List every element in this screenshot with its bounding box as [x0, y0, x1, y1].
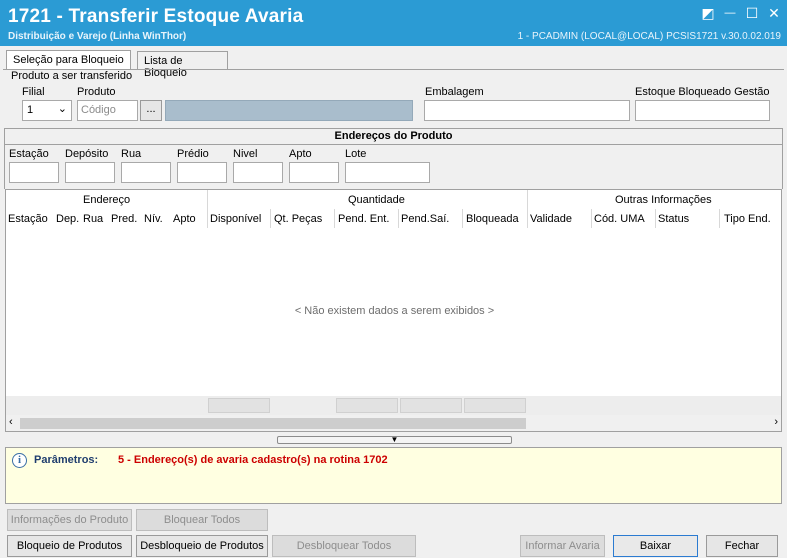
column-header-deposito[interactable]: Dep.	[56, 213, 79, 225]
horizontal-scrollbar[interactable]: ‹ ›	[5, 415, 782, 432]
group-separator	[207, 190, 208, 228]
column-header-pend-sai[interactable]: Pend.Saí.	[401, 213, 449, 225]
summary-cell-pend-ent	[336, 398, 398, 413]
grid-empty-message: < Não existem dados a serem exibidos >	[294, 305, 495, 317]
addresses-grid[interactable]: Endereço Quantidade Outras Informações E…	[5, 189, 782, 397]
produto-code-input[interactable]: Código	[77, 100, 138, 121]
column-header-cod-uma[interactable]: Cód. UMA	[594, 213, 645, 225]
window-title: 1721 - Transferir Estoque Avaria	[8, 6, 304, 27]
embalagem-field[interactable]	[424, 100, 630, 121]
estacao-filter-label: Estação	[9, 148, 49, 160]
summary-cell-disponivel	[208, 398, 270, 413]
nivel-filter-label: Nivel	[233, 148, 258, 160]
baixar-button[interactable]: Baixar	[613, 535, 698, 557]
nivel-filter-input[interactable]	[233, 162, 283, 183]
connection-info: 1 - PCADMIN (LOCAL@LOCAL) PCSIS1721 v.30…	[517, 31, 781, 42]
summary-cell-pend-sai	[400, 398, 462, 413]
estacao-filter-input[interactable]	[9, 162, 59, 183]
column-separator	[719, 209, 720, 228]
tab-lista-bloqueio[interactable]: Lista de Bloqueio	[137, 51, 228, 79]
embalagem-label: Embalagem	[425, 86, 484, 98]
panel-splitter[interactable]: ▼	[277, 436, 512, 444]
group-header-endereco: Endereço	[83, 194, 131, 206]
desbloqueio-produtos-button[interactable]: Desbloqueio de Produtos	[136, 535, 268, 557]
produto-placeholder: Código	[81, 104, 116, 116]
filial-value: 1	[27, 104, 34, 116]
lote-filter-input[interactable]	[345, 162, 430, 183]
column-separator	[655, 209, 656, 228]
rua-filter-label: Rua	[121, 148, 142, 160]
apto-filter-input[interactable]	[289, 162, 339, 183]
column-header-apto[interactable]: Apto	[173, 213, 196, 225]
scroll-left-icon[interactable]: ‹	[9, 416, 13, 428]
restore-icon[interactable]: ◩	[701, 6, 715, 20]
desbloquear-todos-button[interactable]: Desbloquear Todos	[272, 535, 416, 557]
column-header-qt-pecas[interactable]: Qt. Peças	[274, 213, 322, 225]
close-icon[interactable]: ✕	[767, 6, 781, 20]
deposito-filter-label: Depósito	[65, 148, 109, 160]
window-subtitle: Distribuição e Varejo (Linha WinThor)	[8, 31, 187, 42]
bloquear-todos-button[interactable]: Bloquear Todos	[136, 509, 268, 531]
bloqueio-produtos-button[interactable]: Bloqueio de Produtos	[7, 535, 132, 557]
filial-select[interactable]: 1 ⌄	[22, 100, 72, 121]
column-header-rua[interactable]: Rua	[83, 213, 103, 225]
chevron-down-icon[interactable]: ⌄	[58, 102, 67, 115]
column-header-disponivel[interactable]: Disponível	[210, 213, 261, 225]
group-separator	[527, 190, 528, 228]
rua-filter-input[interactable]	[121, 162, 171, 183]
predio-filter-input[interactable]	[177, 162, 227, 183]
column-header-status[interactable]: Status	[658, 213, 689, 225]
column-header-pend-ent[interactable]: Pend. Ent.	[338, 213, 389, 225]
produto-description-field	[165, 100, 413, 121]
summary-cell-bloqueada	[464, 398, 526, 413]
column-separator	[462, 209, 463, 228]
lote-filter-label: Lote	[345, 148, 367, 160]
grid-summary-footer	[5, 396, 782, 415]
column-header-bloqueada[interactable]: Bloqueada	[466, 213, 519, 225]
maximize-icon[interactable]: ☐	[745, 6, 759, 20]
group-header-outras-informacoes: Outras Informações	[615, 194, 712, 206]
column-separator	[398, 209, 399, 228]
product-lookup-button[interactable]: ...	[140, 100, 162, 121]
estoque-bloqueado-label: Estoque Bloqueado Gestão	[635, 86, 770, 98]
column-header-estacao[interactable]: Estação	[8, 213, 48, 225]
predio-filter-label: Prédio	[177, 148, 209, 160]
deposito-filter-input[interactable]	[65, 162, 115, 183]
parameters-label: Parâmetros:	[34, 454, 99, 466]
addresses-section-header: Endereços do Produto	[4, 128, 783, 145]
informar-avaria-button[interactable]: Informar Avaria	[520, 535, 605, 557]
column-separator	[270, 209, 271, 228]
info-icon: i	[12, 453, 27, 468]
minimize-icon[interactable]: —	[723, 6, 737, 20]
apto-filter-label: Apto	[289, 148, 312, 160]
column-separator	[591, 209, 592, 228]
scrollbar-thumb[interactable]	[20, 418, 526, 429]
column-header-validade[interactable]: Validade	[530, 213, 572, 225]
group-header-quantidade: Quantidade	[348, 194, 405, 206]
parameters-value: 5 - Endereço(s) de avaria cadastro(s) na…	[118, 454, 388, 466]
parameters-panel: i Parâmetros: 5 - Endereço(s) de avaria …	[5, 447, 782, 504]
estoque-bloqueado-field[interactable]	[635, 100, 770, 121]
tab-selecao-bloqueio[interactable]: Seleção para Bloqueio	[6, 50, 131, 70]
column-separator	[334, 209, 335, 228]
product-section-heading: Produto a ser transferido	[11, 70, 133, 82]
title-bar: 1721 - Transferir Estoque Avaria Distrib…	[0, 0, 787, 46]
column-header-predio[interactable]: Pred.	[111, 213, 137, 225]
fechar-button[interactable]: Fechar	[706, 535, 778, 557]
info-produto-button[interactable]: Informações do Produto	[7, 509, 132, 531]
chevron-down-icon[interactable]: ▼	[391, 435, 399, 444]
column-header-nivel[interactable]: Nív.	[144, 213, 163, 225]
scroll-right-icon[interactable]: ›	[774, 416, 778, 428]
filial-label: Filial	[22, 86, 45, 98]
produto-label: Produto	[77, 86, 116, 98]
column-header-tipo-end[interactable]: Tipo End.	[724, 213, 771, 225]
